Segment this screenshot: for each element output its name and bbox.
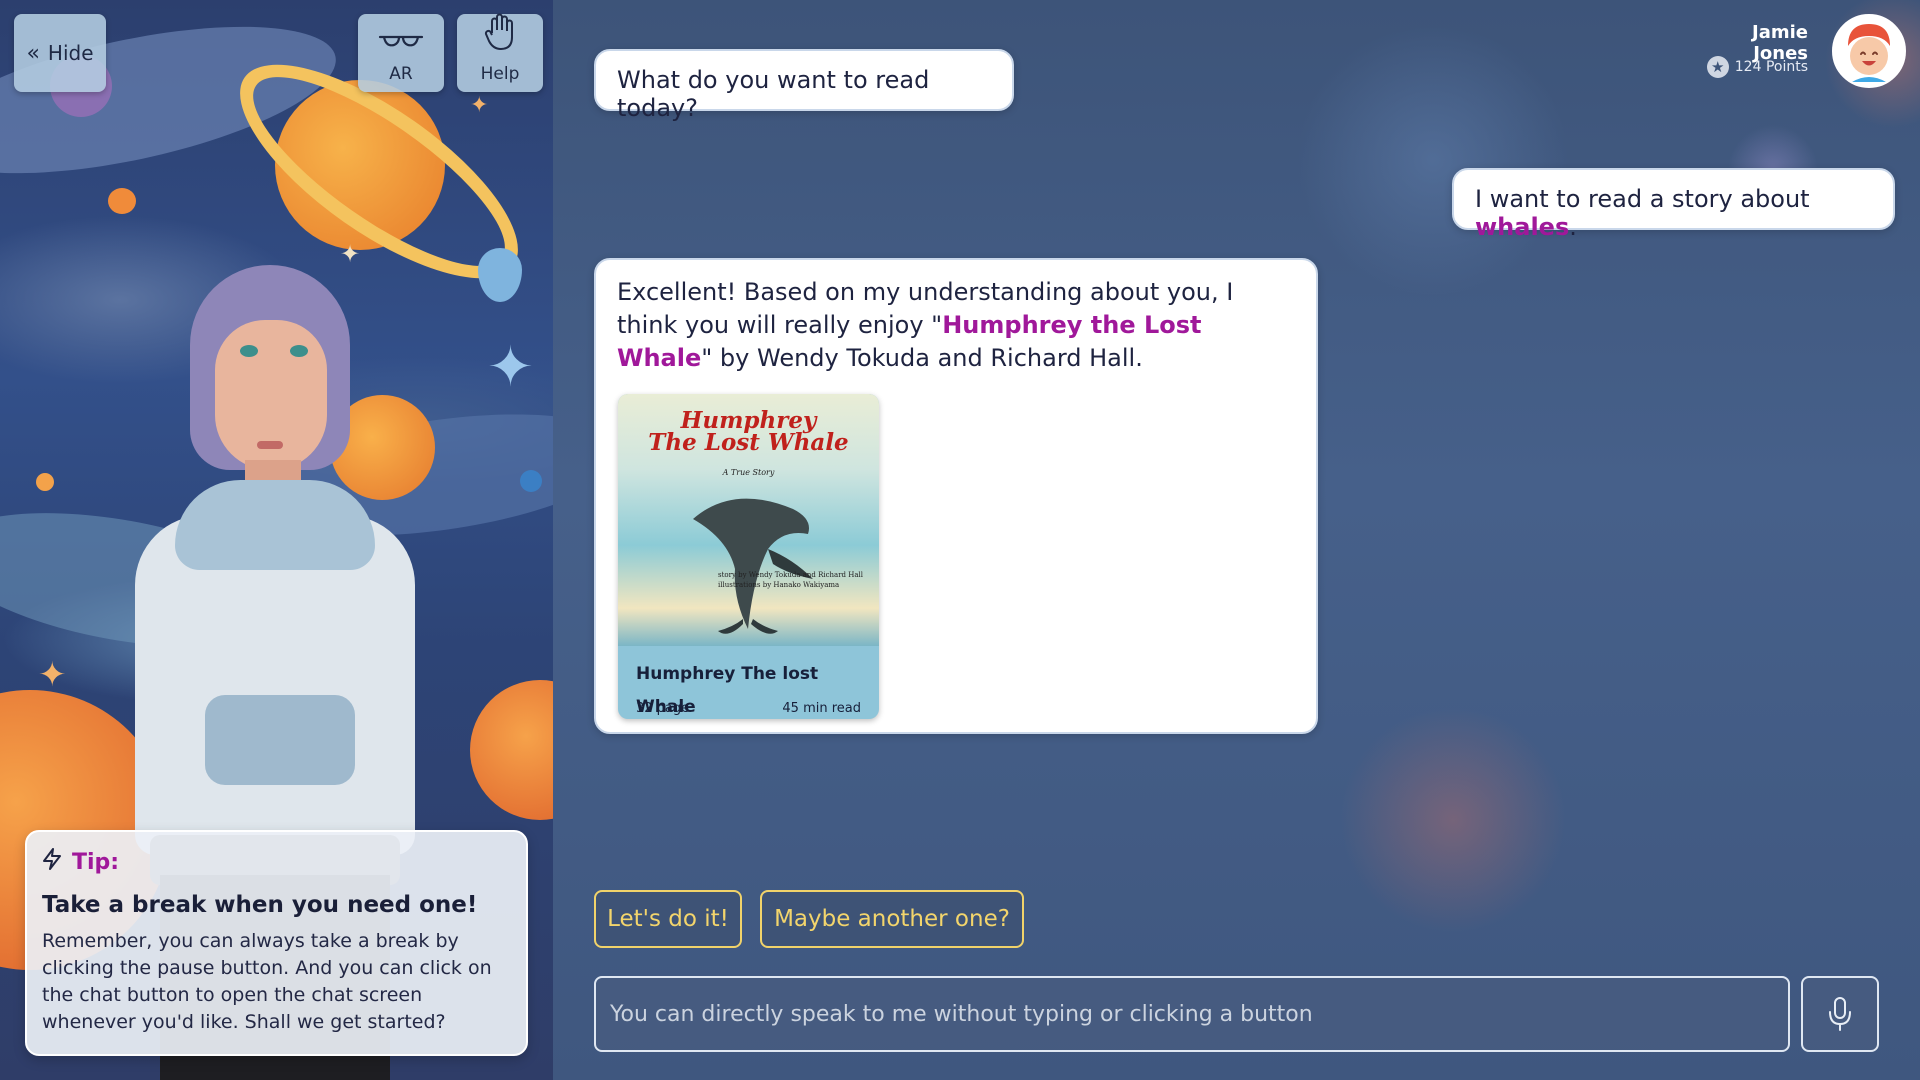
another-one-button[interactable]: Maybe another one?: [760, 890, 1024, 948]
help-label: Help: [480, 64, 520, 84]
avatar-eye: [290, 345, 308, 357]
book-read-time: 45 min read: [782, 701, 861, 716]
cover-credit-line2: illustrations by Hanako Wakiyama: [718, 581, 840, 589]
tip-heading: Tip:: [42, 848, 511, 876]
tip-card: Tip: Take a break when you need one! Rem…: [25, 830, 528, 1056]
book-cover: Humphrey The Lost Whale A True Story sto…: [618, 394, 879, 646]
cover-credit: story by Wendy Tokuda and Richard Hall i…: [718, 570, 868, 590]
tip-body: Remember, you can always take a break by…: [42, 930, 492, 1033]
ar-label: AR: [389, 64, 413, 84]
book-card[interactable]: Humphrey The Lost Whale A True Story sto…: [618, 394, 879, 719]
cover-title-line2: The Lost Whale: [648, 429, 849, 456]
help-button[interactable]: Help: [457, 13, 543, 92]
avatar-pocket: [205, 695, 355, 785]
tip-title: Take a break when you need one!: [42, 892, 478, 918]
tip-heading-label: Tip:: [72, 849, 120, 875]
user-message-suffix: .: [1569, 213, 1577, 241]
star-dot: [520, 470, 542, 492]
sparkle-icon: ✦: [470, 93, 489, 118]
avatar-lips: [257, 441, 283, 449]
avatar-eye: [240, 345, 258, 357]
avatar[interactable]: [1832, 14, 1906, 88]
lightning-icon: [42, 848, 62, 876]
book-page-count: 32 page: [636, 701, 690, 716]
reply-text-end: " by Wendy Tokuda and Richard Hall.: [701, 344, 1143, 372]
star-dot: [108, 188, 136, 214]
user-message-highlight: whales: [1475, 213, 1570, 241]
user-message-text: I want to read a story about: [1475, 185, 1810, 213]
profile-points: ★ 124 Points: [1700, 56, 1808, 78]
star-icon: ★: [1706, 56, 1729, 78]
sparkle-icon: ✦: [340, 240, 361, 268]
hand-icon: [483, 13, 517, 58]
chat-input[interactable]: You can directly speak to me without typ…: [594, 976, 1790, 1052]
points-label: 124 Points: [1734, 59, 1808, 75]
microphone-button[interactable]: [1801, 976, 1879, 1052]
star-dot: [36, 473, 54, 491]
avatar-hood: [175, 480, 375, 570]
cover-credit-line1: story by Wendy Tokuda and Richard Hall: [718, 571, 864, 579]
user-message: I want to read a story about whales.: [1452, 168, 1895, 241]
lets-do-it-button[interactable]: Let's do it!: [594, 890, 742, 948]
whale-illustration: [693, 498, 813, 634]
drop-shape: [478, 248, 522, 302]
hide-button[interactable]: « Hide: [14, 14, 106, 92]
chat-input-placeholder: You can directly speak to me without typ…: [610, 1001, 1313, 1027]
microphone-icon: [1829, 997, 1851, 1031]
assistant-message: What do you want to read today?: [594, 49, 1014, 122]
child-face-icon: [1835, 17, 1903, 85]
double-chevron-left-icon: «: [26, 40, 40, 66]
glasses-icon: [378, 25, 424, 58]
avatar-panel: ✦ ✦ ✦ ✦ « Hide AR Help Tip: Take a break…: [0, 0, 553, 1080]
ar-button[interactable]: AR: [358, 14, 444, 92]
sparkle-icon: ✦: [38, 655, 67, 695]
planet-orange-bottom-right: [470, 680, 553, 820]
assistant-recommendation: Excellent! Based on my understanding abo…: [594, 258, 1318, 734]
hide-label: Hide: [47, 41, 94, 65]
sparkle-icon: ✦: [487, 335, 534, 400]
